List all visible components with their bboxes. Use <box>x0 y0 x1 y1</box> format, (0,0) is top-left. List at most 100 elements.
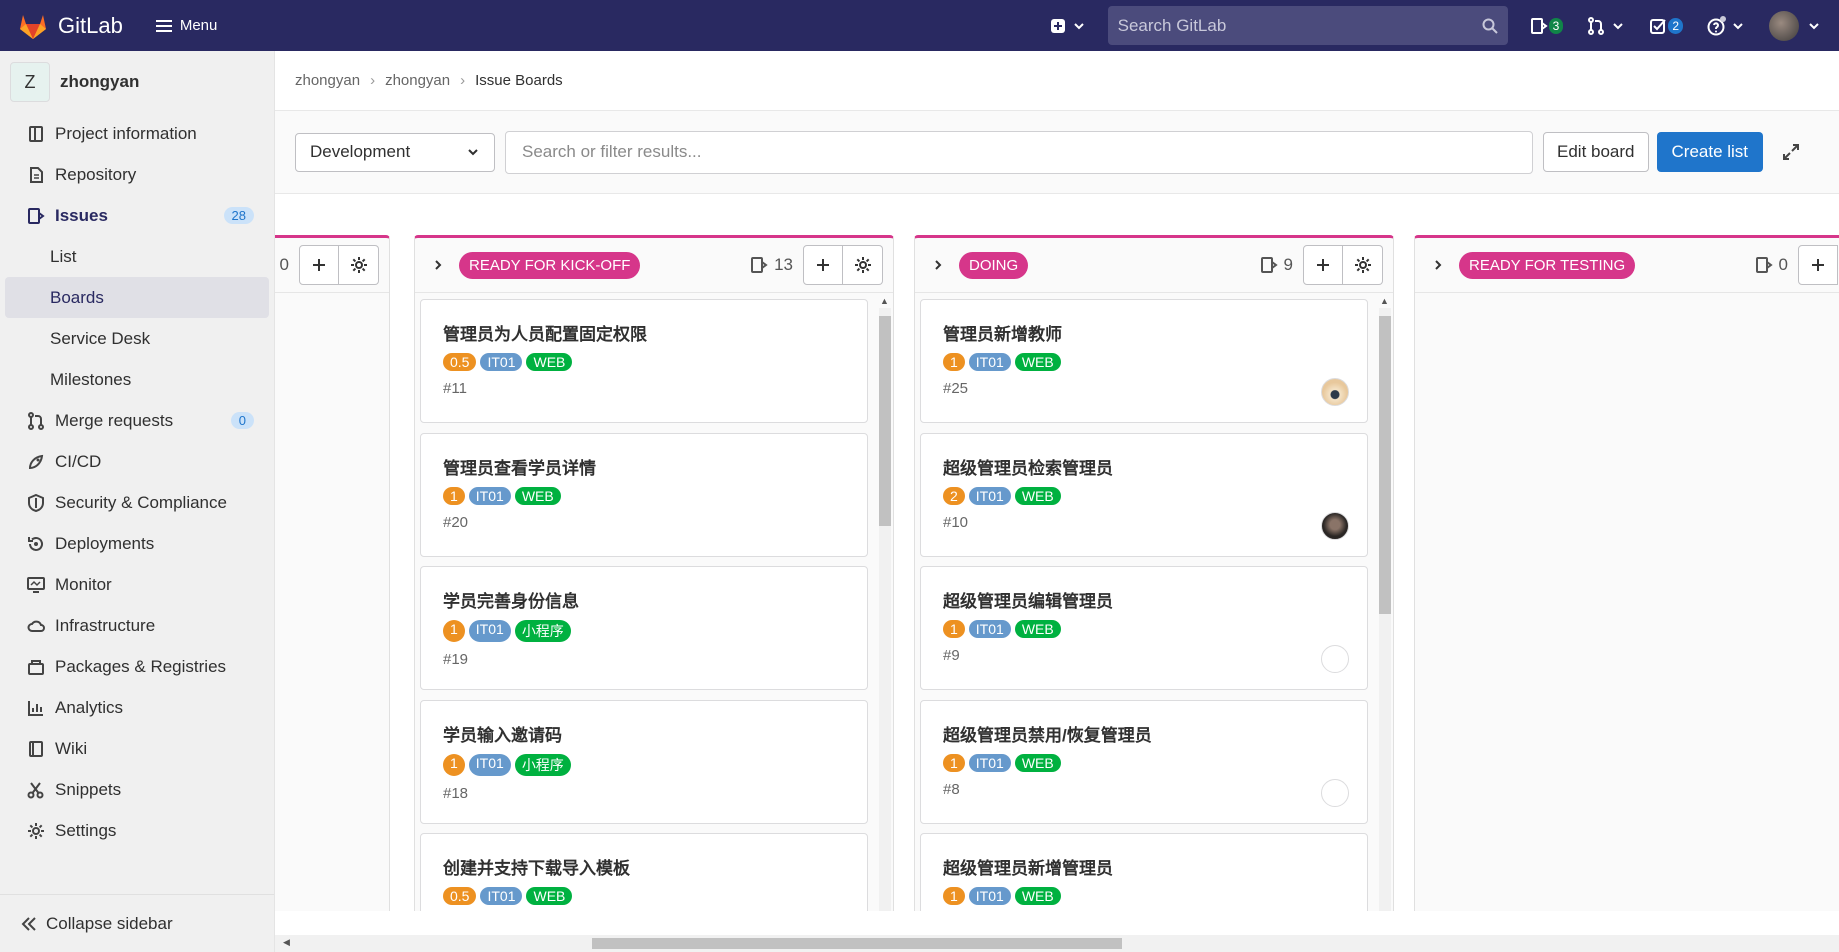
edit-board-button[interactable]: Edit board <box>1543 132 1649 172</box>
scrollbar-thumb[interactable] <box>879 316 891 526</box>
weight-label[interactable]: 0.5 <box>443 887 477 905</box>
issue-label[interactable]: IT01 <box>968 353 1011 371</box>
user-menu[interactable] <box>1769 10 1821 41</box>
issue-label[interactable]: WEB <box>1014 487 1061 505</box>
new-dropdown[interactable] <box>1050 18 1086 34</box>
scroll-up-arrow-icon[interactable]: ▲ <box>1380 296 1389 306</box>
todos-nav-button[interactable]: 2 <box>1649 17 1683 35</box>
issues-nav-button[interactable]: 3 <box>1530 17 1564 35</box>
sidebar-item-ci-cd[interactable]: CI/CD <box>5 441 269 482</box>
sidebar-item-analytics[interactable]: Analytics <box>5 687 269 728</box>
sidebar-item-merge-requests[interactable]: Merge requests 0 <box>5 400 269 441</box>
issue-label[interactable]: WEB <box>526 353 573 371</box>
breadcrumb-current[interactable]: Issue Boards <box>475 72 563 89</box>
help-dropdown[interactable] <box>1707 15 1745 36</box>
create-list-button[interactable]: Create list <box>1656 132 1764 172</box>
issue-card[interactable]: 超级管理员检索管理员 2 IT01 WEB #10 <box>920 433 1368 557</box>
issue-card[interactable]: 创建并支持下载导入模板 0.5 IT01 WEB #24 <box>420 833 868 911</box>
sidebar-item-wiki[interactable]: Wiki <box>5 728 269 769</box>
weight-label[interactable]: 1 <box>943 620 965 638</box>
sidebar-item-settings[interactable]: Settings <box>5 810 269 851</box>
issue-title[interactable]: 超级管理员新增管理员 <box>943 854 1345 879</box>
new-issue-button[interactable] <box>803 245 843 285</box>
gitlab-home-link[interactable]: GitLab <box>18 12 123 40</box>
assignee-avatar[interactable] <box>1321 512 1349 540</box>
list-label[interactable]: READY FOR KICK-OFF <box>459 251 641 279</box>
list-settings-button[interactable] <box>339 245 379 285</box>
sidebar-item-snippets[interactable]: Snippets <box>5 769 269 810</box>
issue-label[interactable]: IT01 <box>968 620 1011 638</box>
chevron-right-icon[interactable] <box>1431 258 1445 272</box>
weight-label[interactable]: 2 <box>943 487 965 505</box>
sidebar-item-milestones[interactable]: Milestones <box>5 359 269 400</box>
new-issue-button[interactable] <box>299 245 339 285</box>
filter-search-input[interactable]: Search or filter results... <box>505 130 1533 174</box>
issue-card[interactable]: 管理员查看学员详情 1 IT01 WEB #20 <box>420 433 868 557</box>
issue-label[interactable]: 小程序 <box>514 620 571 642</box>
issue-label[interactable]: 小程序 <box>514 754 571 776</box>
issue-title[interactable]: 学员输入邀请码 <box>443 721 845 746</box>
chevron-right-icon[interactable] <box>431 258 445 272</box>
issue-card[interactable]: 超级管理员新增管理员 1 IT01 WEB #7 <box>920 833 1368 911</box>
sidebar-item-repository[interactable]: Repository <box>5 154 269 195</box>
weight-label[interactable]: 1 <box>443 487 465 505</box>
weight-label[interactable]: 1 <box>943 754 965 772</box>
sidebar-item-list[interactable]: List <box>5 236 269 277</box>
sidebar-item-issues[interactable]: Issues 28 <box>5 195 269 236</box>
list-label[interactable]: DOING <box>959 251 1029 279</box>
issue-card[interactable]: 管理员新增教师 1 IT01 WEB #25 <box>920 299 1368 423</box>
chevron-right-icon[interactable] <box>931 258 945 272</box>
issue-title[interactable]: 学员完善身份信息 <box>443 587 845 612</box>
list-label[interactable]: READY FOR TESTING <box>1459 251 1636 279</box>
issue-card[interactable]: 学员输入邀请码 1 IT01 小程序 #18 <box>420 700 868 824</box>
issue-title[interactable]: 管理员为人员配置固定权限 <box>443 320 845 345</box>
weight-label[interactable]: 1 <box>943 887 965 905</box>
new-issue-button[interactable] <box>1798 245 1838 285</box>
issue-label[interactable]: IT01 <box>968 887 1011 905</box>
list-scrollbar[interactable]: ▲ ▼ <box>1377 296 1391 911</box>
breadcrumb-item[interactable]: zhongyan <box>385 72 450 89</box>
issue-label[interactable]: WEB <box>1014 620 1061 638</box>
issue-label[interactable]: IT01 <box>968 487 1011 505</box>
weight-label[interactable]: 1 <box>443 754 465 776</box>
board-switcher[interactable]: Development <box>295 132 495 172</box>
issue-title[interactable]: 超级管理员编辑管理员 <box>943 587 1345 612</box>
issue-label[interactable]: WEB <box>1014 887 1061 905</box>
new-issue-button[interactable] <box>1303 245 1343 285</box>
issue-label[interactable]: IT01 <box>468 620 511 642</box>
assignee-avatar[interactable] <box>1321 378 1349 406</box>
sidebar-item-security-compliance[interactable]: Security & Compliance <box>5 482 269 523</box>
fullscreen-button[interactable] <box>1781 142 1801 162</box>
issue-title[interactable]: 管理员查看学员详情 <box>443 454 845 479</box>
list-settings-button[interactable] <box>843 245 883 285</box>
issue-title[interactable]: 管理员新增教师 <box>943 320 1345 345</box>
weight-label[interactable]: 1 <box>443 620 465 642</box>
sidebar-item-deployments[interactable]: Deployments <box>5 523 269 564</box>
assignee-avatar[interactable] <box>1321 645 1349 673</box>
merge-requests-nav-button[interactable] <box>1587 16 1625 35</box>
issue-label[interactable]: IT01 <box>480 887 523 905</box>
sidebar-item-boards[interactable]: Boards <box>5 277 269 318</box>
issue-card[interactable]: 超级管理员编辑管理员 1 IT01 WEB #9 <box>920 566 1368 690</box>
sidebar-item-infrastructure[interactable]: Infrastructure <box>5 605 269 646</box>
issue-label[interactable]: WEB <box>1014 754 1061 772</box>
scrollbar-thumb[interactable] <box>592 938 1122 949</box>
issue-label[interactable]: WEB <box>526 887 573 905</box>
menu-button[interactable]: Menu <box>155 17 217 34</box>
issue-title[interactable]: 超级管理员检索管理员 <box>943 454 1345 479</box>
issue-title[interactable]: 创建并支持下载导入模板 <box>443 854 845 879</box>
scroll-left-arrow-icon[interactable]: ◀ <box>283 937 290 948</box>
sidebar-item-project-information[interactable]: Project information <box>5 113 269 154</box>
issue-label[interactable]: IT01 <box>468 487 511 505</box>
issue-title[interactable]: 超级管理员禁用/恢复管理员 <box>943 721 1345 746</box>
sidebar-item-monitor[interactable]: Monitor <box>5 564 269 605</box>
issue-label[interactable]: WEB <box>514 487 561 505</box>
issue-card[interactable]: 超级管理员禁用/恢复管理员 1 IT01 WEB #8 <box>920 700 1368 824</box>
project-header[interactable]: Z zhongyan <box>0 51 274 113</box>
issue-card[interactable]: 学员完善身份信息 1 IT01 小程序 #19 <box>420 566 868 690</box>
scroll-up-arrow-icon[interactable]: ▲ <box>880 296 889 306</box>
issue-label[interactable]: IT01 <box>968 754 1011 772</box>
breadcrumb-item[interactable]: zhongyan <box>295 72 360 89</box>
sidebar-item-service-desk[interactable]: Service Desk <box>5 318 269 359</box>
weight-label[interactable]: 0.5 <box>443 353 477 371</box>
